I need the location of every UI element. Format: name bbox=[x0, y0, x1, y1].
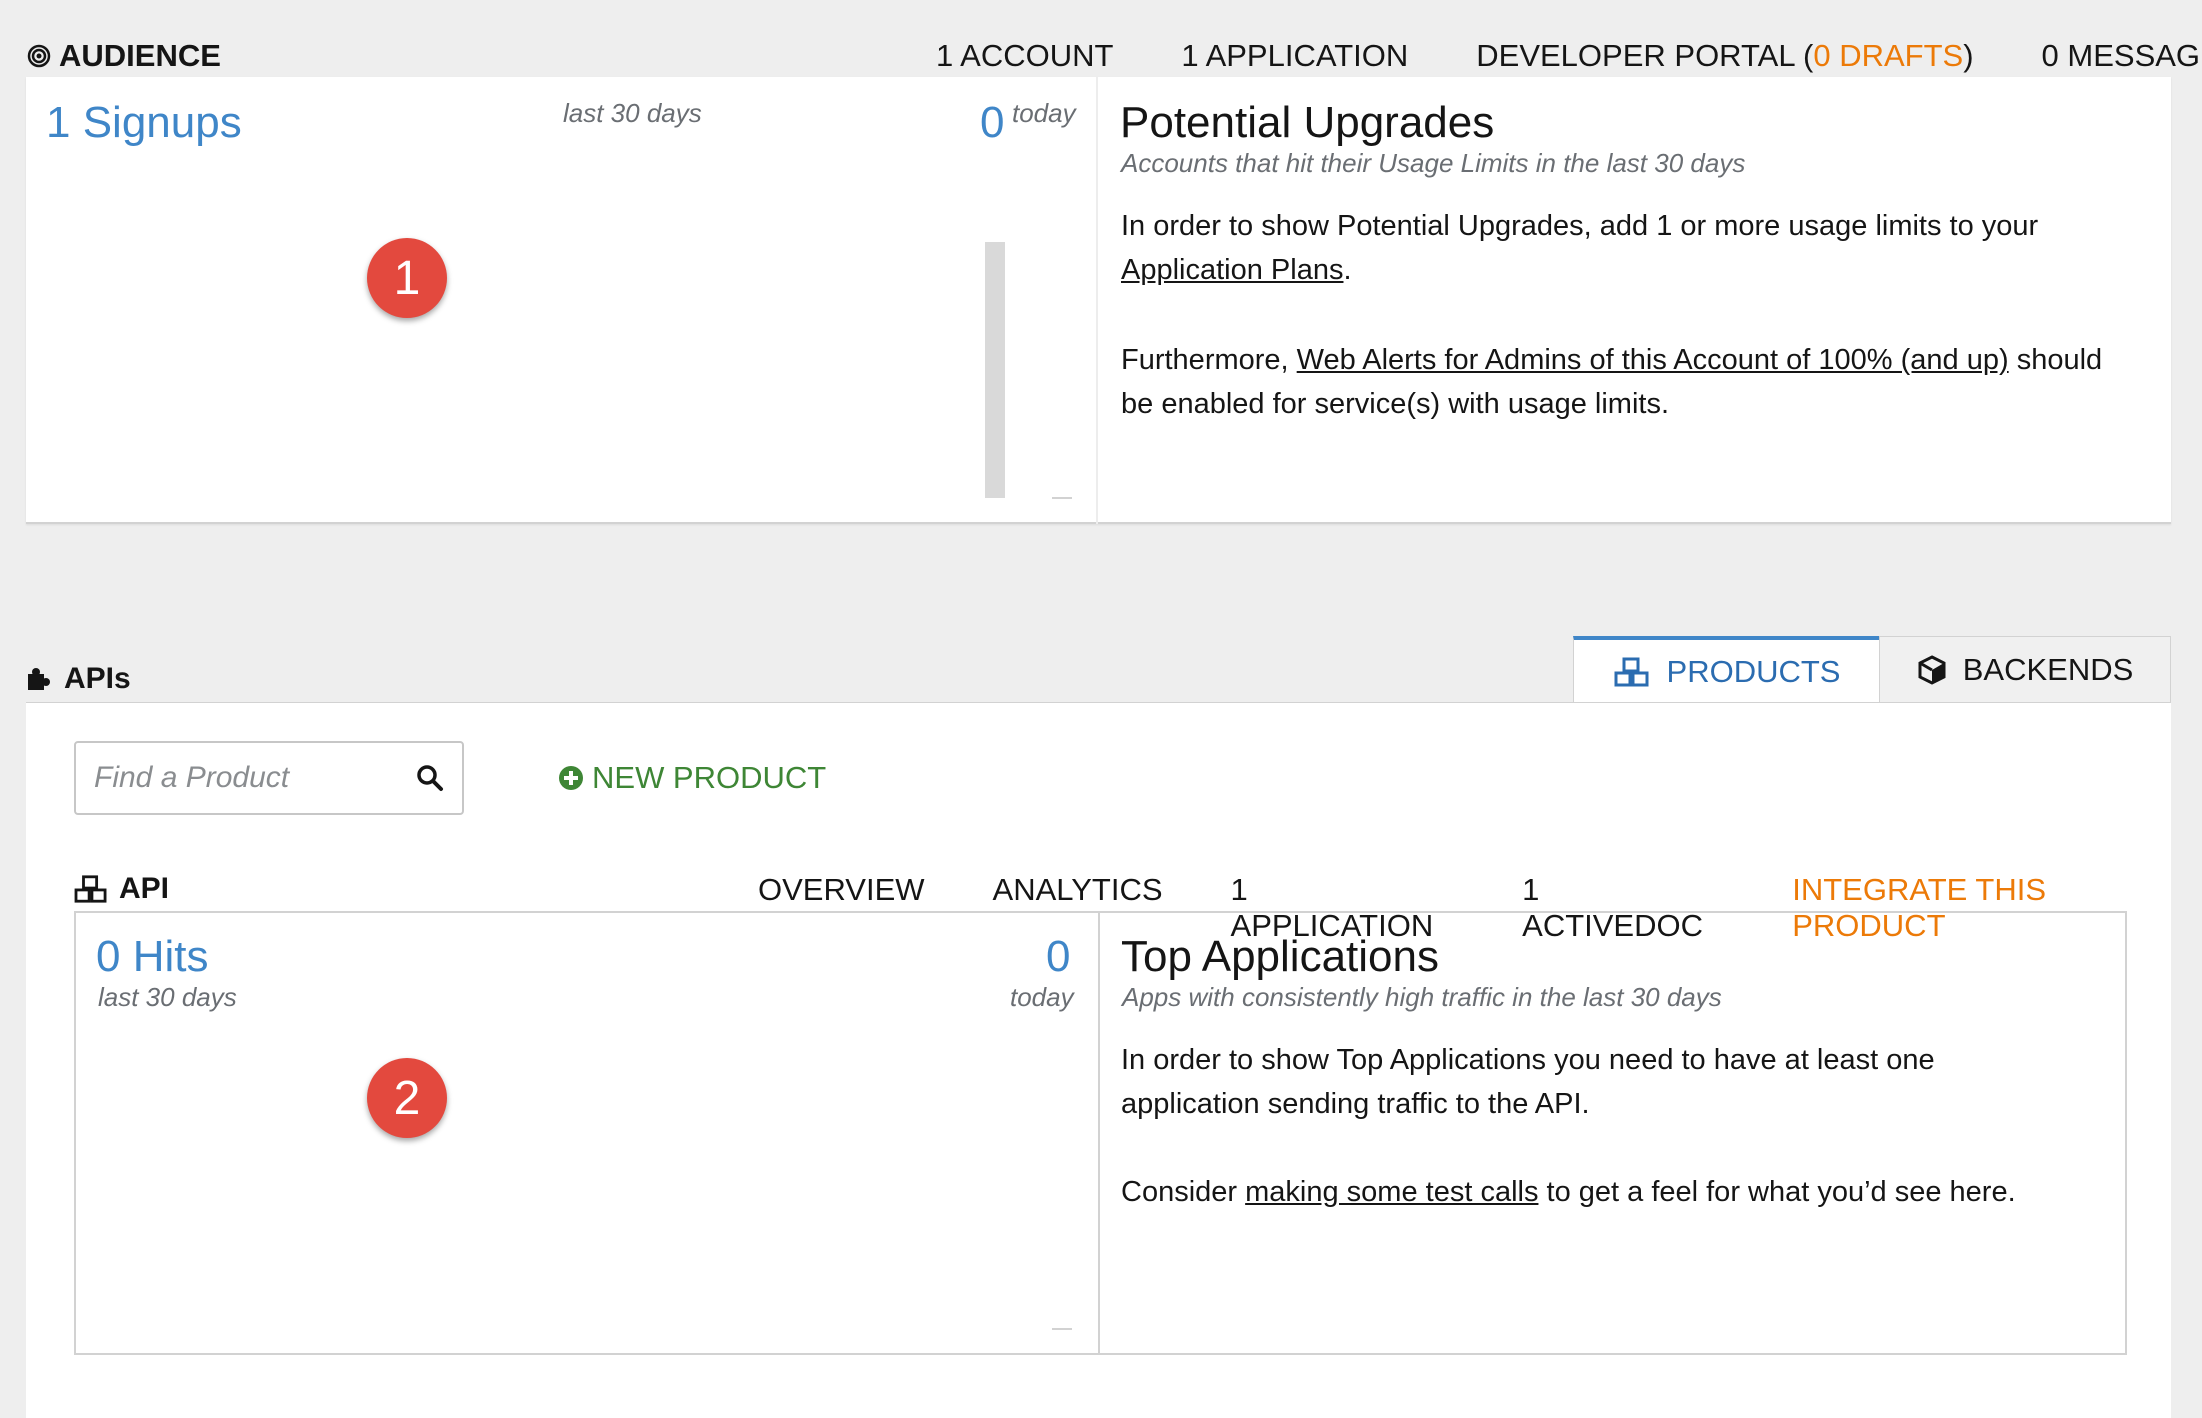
audience-card bbox=[26, 77, 2171, 524]
potential-upgrades-text-2: Furthermore, Web Alerts for Admins of th… bbox=[1121, 338, 2141, 426]
applications-link[interactable]: 1 APPLICATION bbox=[1181, 38, 1408, 74]
audience-nav: 1 ACCOUNT 1 APPLICATION DEVELOPER PORTAL… bbox=[936, 38, 2202, 74]
tab-backends[interactable]: BACKENDS bbox=[1879, 636, 2171, 702]
signups-today-bar bbox=[985, 242, 1005, 498]
new-product-button[interactable]: NEW PRODUCT bbox=[558, 760, 826, 796]
api-product-card bbox=[74, 911, 2127, 1355]
search-icon[interactable] bbox=[416, 764, 444, 792]
tab-backends-label: BACKENDS bbox=[1962, 651, 2134, 687]
top-apps-p2-text: Consider bbox=[1121, 1176, 1238, 1208]
hits-today-label: today bbox=[1010, 982, 1074, 1012]
audience-section-title: AUDIENCE bbox=[27, 38, 221, 74]
chart-baseline-tick bbox=[1052, 497, 1072, 499]
top-applications-text-2: Consider making some test calls to get a… bbox=[1121, 1170, 2121, 1214]
plus-circle-icon bbox=[559, 766, 583, 790]
developer-portal-link[interactable]: DEVELOPER PORTAL (0 DRAFTS) bbox=[1476, 38, 1973, 74]
hits-period: last 30 days bbox=[98, 982, 237, 1012]
upgrades-p2-text: Furthermore, bbox=[1121, 344, 1289, 376]
puzzle-icon bbox=[28, 668, 50, 690]
potential-upgrades-subtitle: Accounts that hit their Usage Limits in … bbox=[1121, 148, 1746, 178]
application-plans-link[interactable]: Application Plans bbox=[1121, 254, 1343, 286]
accounts-link[interactable]: 1 ACCOUNT bbox=[936, 38, 1113, 74]
hits-chart-baseline-tick bbox=[1052, 1328, 1072, 1330]
hits-today-value: 0 bbox=[1046, 932, 1071, 981]
cube-icon bbox=[1918, 654, 1946, 685]
new-product-label: NEW PRODUCT bbox=[592, 760, 827, 795]
api-card-divider bbox=[1098, 911, 1100, 1355]
api-product-name: API bbox=[119, 872, 170, 905]
callout-marker-1: 1 bbox=[367, 238, 447, 318]
signups-period: last 30 days bbox=[563, 98, 702, 128]
signups-today-value: 0 bbox=[980, 98, 1005, 147]
potential-upgrades-title: Potential Upgrades bbox=[1120, 98, 1495, 147]
callout-marker-2: 2 bbox=[367, 1058, 447, 1138]
apis-section-title: APIs bbox=[26, 662, 131, 696]
test-calls-link[interactable]: making some test calls bbox=[1245, 1176, 1538, 1208]
top-applications-title: Top Applications bbox=[1121, 932, 1439, 981]
signups-today-label: today bbox=[1012, 98, 1076, 128]
portal-label: DEVELOPER PORTAL ( bbox=[1476, 38, 1814, 73]
audience-card-divider bbox=[1096, 77, 1098, 524]
audience-title-label: AUDIENCE bbox=[59, 38, 221, 73]
search-placeholder: Find a Product bbox=[94, 761, 290, 794]
upgrades-p1-text: In order to show Potential Upgrades, add… bbox=[1121, 210, 2039, 242]
hits-link[interactable]: 0 Hits bbox=[96, 932, 208, 982]
signups-link[interactable]: 1 Signups bbox=[46, 98, 242, 148]
bullseye-icon bbox=[27, 44, 51, 68]
cubes-icon bbox=[74, 875, 107, 903]
tab-products-label: PRODUCTS bbox=[1666, 654, 1841, 689]
top-applications-subtitle: Apps with consistently high traffic in t… bbox=[1122, 982, 1722, 1012]
product-search-input[interactable]: Find a Product bbox=[74, 741, 464, 815]
apis-title-label: APIs bbox=[64, 662, 131, 695]
cubes-icon bbox=[1614, 657, 1649, 687]
portal-suffix: ) bbox=[1963, 38, 1974, 73]
portal-drafts: 0 DRAFTS bbox=[1813, 38, 1964, 73]
potential-upgrades-text-1: In order to show Potential Upgrades, add… bbox=[1121, 204, 2141, 292]
top-apps-p2-end: to get a feel for what you’d see here. bbox=[1546, 1176, 2016, 1208]
web-alerts-link[interactable]: Web Alerts for Admins of this Account of… bbox=[1297, 344, 2009, 376]
top-applications-text-1: In order to show Top Applications you ne… bbox=[1121, 1044, 1935, 1120]
tab-products[interactable]: PRODUCTS bbox=[1573, 636, 1879, 704]
upgrades-p1-end: . bbox=[1343, 254, 1352, 286]
api-product-title: API bbox=[73, 872, 169, 906]
messages-link[interactable]: 0 MESSAGES bbox=[2042, 38, 2202, 74]
